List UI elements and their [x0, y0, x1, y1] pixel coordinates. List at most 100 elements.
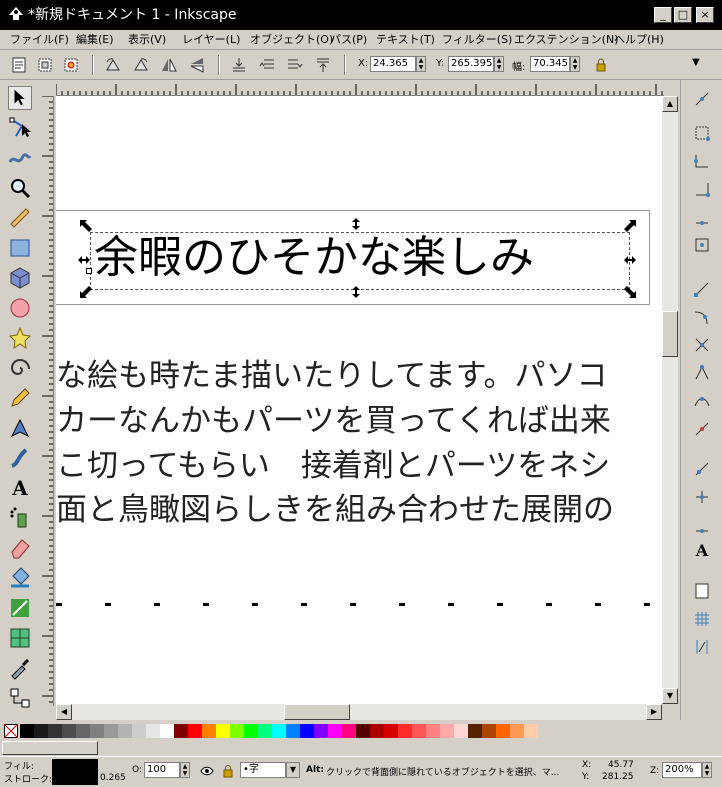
vertical-scroll-thumb[interactable] — [662, 311, 678, 357]
layer-lock-icon[interactable] — [222, 764, 234, 778]
rectangle-tool-icon[interactable] — [8, 236, 32, 260]
color-swatch[interactable] — [370, 724, 384, 738]
select-all-layers-icon[interactable] — [36, 56, 54, 74]
zoom-tool-icon[interactable] — [8, 176, 32, 200]
calligraphy-tool-icon[interactable] — [8, 446, 32, 470]
canvas-title-text[interactable]: 余暇のひそかな楽しみ — [94, 230, 534, 286]
color-swatch[interactable] — [356, 724, 370, 738]
y-spinner[interactable]: ▲ ▼ — [494, 56, 504, 72]
no-paint-swatch-icon[interactable] — [4, 724, 18, 738]
flip-horizontal-icon[interactable] — [160, 56, 178, 74]
scale-handle-n[interactable] — [350, 218, 362, 230]
gradient-tool-icon[interactable] — [8, 596, 32, 620]
scroll-right-arrow-icon[interactable]: ▶ — [646, 704, 662, 720]
scale-handle-w[interactable] — [78, 254, 90, 266]
width-spinner[interactable]: ▲ ▼ — [570, 56, 580, 72]
menu-object[interactable]: オブジェクト(O) — [250, 32, 333, 48]
zoom-spinner[interactable]: ▲ ▼ — [702, 762, 712, 778]
snap-guide-icon[interactable] — [693, 638, 711, 656]
fill-stroke-indicator[interactable] — [52, 759, 98, 785]
menu-text[interactable]: テキスト(T) — [376, 32, 435, 48]
close-button[interactable]: × — [696, 7, 714, 23]
snap-text-baseline-icon[interactable] — [693, 516, 711, 534]
minimize-button[interactable]: _ — [654, 7, 672, 23]
x-spinner[interactable]: ▲ ▼ — [416, 56, 426, 72]
eraser-tool-icon[interactable] — [8, 536, 32, 560]
color-swatch[interactable] — [132, 724, 146, 738]
color-swatch[interactable] — [496, 724, 510, 738]
scale-handle-ne[interactable] — [624, 220, 636, 232]
mesh-tool-icon[interactable] — [8, 626, 32, 650]
flip-vertical-icon[interactable] — [188, 56, 206, 74]
snap-bbox-center-icon[interactable] — [693, 236, 711, 254]
menu-help[interactable]: ヘルプ(H) — [614, 32, 664, 48]
snap-bbox-corner-icon[interactable] — [693, 180, 711, 198]
rotate-ccw-icon[interactable] — [104, 56, 122, 74]
color-swatch[interactable] — [272, 724, 286, 738]
scroll-left-arrow-icon[interactable]: ◀ — [56, 704, 72, 720]
scale-handle-se[interactable] — [624, 286, 636, 298]
snap-intersection-icon[interactable] — [693, 336, 711, 354]
snap-line-midpoint-icon[interactable] — [693, 420, 711, 438]
body-text-line-3[interactable]: こ切ってもらい 接着剤とパーツをネシ — [56, 448, 610, 484]
scale-handle-s[interactable] — [350, 286, 362, 298]
color-swatch[interactable] — [160, 724, 174, 738]
snap-bbox-icon[interactable] — [693, 124, 711, 142]
snap-grid-icon[interactable] — [693, 610, 711, 628]
paint-bucket-tool-icon[interactable] — [8, 566, 32, 590]
snap-nodes-icon[interactable] — [693, 280, 711, 298]
lock-icon[interactable] — [594, 56, 608, 74]
color-swatch[interactable] — [118, 724, 132, 738]
color-swatch[interactable] — [146, 724, 160, 738]
raise-icon[interactable] — [258, 56, 276, 74]
color-swatch[interactable] — [244, 724, 258, 738]
scroll-up-arrow-icon[interactable]: ▲ — [662, 96, 678, 112]
color-swatch[interactable] — [342, 724, 356, 738]
palette-scroll-thumb[interactable] — [2, 741, 98, 755]
menu-edit[interactable]: 編集(E) — [76, 32, 114, 48]
snap-rotation-center-icon[interactable] — [693, 488, 711, 506]
color-swatch[interactable] — [300, 724, 314, 738]
measure-tool-icon[interactable] — [8, 206, 32, 230]
snap-bbox-edge-icon[interactable] — [693, 152, 711, 170]
snap-page-border-icon[interactable] — [693, 582, 711, 600]
ellipse-tool-icon[interactable] — [8, 296, 32, 320]
pencil-tool-icon[interactable] — [8, 386, 32, 410]
star-tool-icon[interactable] — [8, 326, 32, 350]
palette-scrollbar[interactable] — [0, 740, 722, 756]
opacity-spinner[interactable]: ▲ ▼ — [180, 762, 190, 778]
color-swatch[interactable] — [48, 724, 62, 738]
deselect-icon[interactable] — [62, 56, 80, 74]
color-swatch[interactable] — [76, 724, 90, 738]
text-tool-icon[interactable]: A — [8, 476, 32, 500]
raise-to-top-icon[interactable] — [314, 56, 332, 74]
color-swatch[interactable] — [216, 724, 230, 738]
color-swatch[interactable] — [510, 724, 524, 738]
menu-view[interactable]: 表示(V) — [128, 32, 166, 48]
color-swatch[interactable] — [104, 724, 118, 738]
snap-toggle-icon[interactable] — [693, 90, 711, 108]
rotate-cw-icon[interactable] — [132, 56, 150, 74]
current-layer-select[interactable]: •字 — [240, 762, 286, 778]
maximize-button[interactable]: □ — [674, 7, 692, 23]
scale-handle-sw[interactable] — [80, 286, 92, 298]
lower-icon[interactable] — [286, 56, 304, 74]
scroll-down-arrow-icon[interactable]: ▼ — [662, 688, 678, 704]
color-swatch[interactable] — [412, 724, 426, 738]
color-swatch[interactable] — [440, 724, 454, 738]
menu-path[interactable]: パス(P) — [330, 32, 367, 48]
lower-to-bottom-icon[interactable] — [230, 56, 248, 74]
color-swatch[interactable] — [398, 724, 412, 738]
color-swatch[interactable] — [174, 724, 188, 738]
snap-path-icon[interactable] — [693, 308, 711, 326]
color-swatch[interactable] — [384, 724, 398, 738]
spray-tool-icon[interactable] — [8, 506, 32, 530]
color-swatch[interactable] — [20, 724, 34, 738]
color-swatch[interactable] — [34, 724, 48, 738]
layer-dropdown-arrow-icon[interactable]: ▼ — [286, 762, 300, 778]
color-swatch[interactable] — [314, 724, 328, 738]
selector-tool-icon[interactable] — [8, 86, 32, 110]
color-swatch[interactable] — [328, 724, 342, 738]
horizontal-scroll-thumb[interactable] — [284, 704, 350, 720]
snap-cusp-icon[interactable] — [693, 364, 711, 382]
